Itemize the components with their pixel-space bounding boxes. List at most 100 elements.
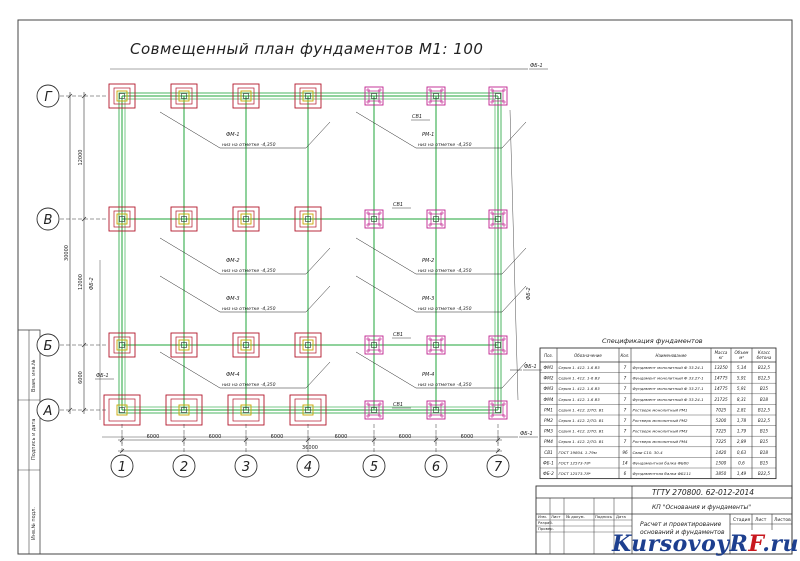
spec-cell: 7225 (716, 429, 727, 434)
spec-cell: В12,5 (758, 418, 771, 423)
spec-cell: 7 (624, 439, 627, 444)
foundation-callout: ФМ-2 низ на отметке -4,350 (159, 237, 331, 275)
stamp-course: КП "Основания и фундаменты" (652, 504, 751, 511)
axis-number: 4 (304, 460, 312, 475)
dimension-value: 6000 (78, 371, 84, 384)
spec-cell: 0,63 (737, 450, 747, 455)
callout-leader (355, 237, 417, 275)
spec-cell: Фундамент монолитный Ф 33.24-1 (633, 397, 704, 402)
callout-leader (501, 285, 527, 313)
spec-header: Класс бетона (757, 350, 772, 360)
spec-cell: Серия 1. 412. 2/ТО. В1 (559, 418, 604, 423)
callout-name: РМ-4 (422, 372, 434, 378)
spec-cell: В15 (760, 429, 769, 434)
stamp-code: ТГТУ 270800. 62-012-2014 (652, 488, 754, 497)
callout-name: РМ-2 (422, 258, 434, 264)
callout-note: низ на отметке -4,350 (222, 306, 276, 312)
beam-label: ФБ-1 (96, 373, 109, 379)
axis-number: 3 (242, 460, 250, 475)
spec-header: Объем м³ (735, 350, 749, 360)
spec-cell: РМ3 (544, 429, 553, 434)
stamp-col-label: Дата (616, 514, 626, 519)
foundation-callout: РМ-1 низ на отметке -4,350 (355, 111, 527, 149)
spec-cell: В15 (760, 460, 769, 465)
side-strip-label: Подпись и дата (31, 419, 37, 460)
beam-label: ФБ-1 (524, 364, 537, 370)
perimeter-beam (118, 92, 502, 414)
callout-note: низ на отметке -4,350 (418, 268, 472, 274)
spec-cell: 7025 (716, 407, 727, 412)
spec-cell: 1500 (716, 460, 727, 465)
spec-cell: ГОСТ 12573-78* (559, 460, 591, 465)
side-strip-label: Инв.№ подл. (31, 507, 37, 540)
watermark-tail: .ru (762, 531, 799, 557)
spec-cell: 2,89 (737, 439, 747, 444)
pile-label: СВ1 (393, 402, 403, 408)
spec-cell: В15 (760, 439, 769, 444)
callout-leader (501, 361, 527, 389)
spec-cell: ГОСТ 12573-78* (559, 471, 591, 476)
axis-letter: А (43, 404, 53, 419)
side-strip: Инв.№ подл. Подпись и дата Взам. инв.№ (17, 329, 41, 555)
callout-name: ФМ-3 (226, 296, 240, 302)
spec-cell: В18 (760, 397, 769, 402)
spec-cell: Ростверк монолитный РМ4 (633, 439, 688, 444)
spec-cell: 14775 (714, 376, 728, 381)
spec-cell: ФМ3 (544, 386, 554, 391)
stamp-stage-header: Стадия (733, 517, 751, 523)
drawing-sheet: Совмещенный план фундаментов М1: 100 Инв… (0, 0, 800, 561)
callout-leader (159, 237, 221, 275)
spec-cell: 14 (622, 460, 628, 465)
spec-cell: ФМ2 (544, 376, 554, 381)
stamp-role: Разраб. (538, 520, 553, 525)
spec-cell: В12,5 (758, 407, 771, 412)
spec-cell: Серия 1. 412. 2/ТО. В1 (559, 439, 604, 444)
spec-cell: ФБ-2 (543, 471, 554, 476)
callout-note: низ на отметке -4,350 (222, 382, 276, 388)
callout-name: ФМ-1 (226, 132, 240, 138)
spec-cell: Серия 1. 412. 1-6 В3 (559, 365, 601, 370)
spec-cell: Фундаментная балка ФБ60 (633, 460, 690, 465)
watermark-accent: F (748, 531, 763, 557)
callout-name: РМ-3 (422, 296, 434, 302)
spec-cell: 7 (624, 418, 627, 423)
spec-cell: В12,5 (758, 376, 771, 381)
spec-cell: Серия 1. 412. 1-6 В3 (559, 376, 601, 381)
callout-note: низ на отметке -4,350 (418, 382, 472, 388)
spec-cell: СВ1 (544, 450, 553, 455)
spec-cell: РМ1 (544, 407, 553, 412)
spec-cell: Серия 1. 412. 2/ТО. В1 (559, 407, 604, 412)
callout-leader (355, 351, 417, 389)
spec-cell: Фундамент монолитный Ф 33.27-1 (633, 376, 704, 381)
spec-cell: Ростверк монолитный РМ1 (633, 407, 688, 412)
callout-leader (355, 111, 417, 149)
spec-cell: 14775 (714, 386, 728, 391)
foundation-callout: РМ-4 низ на отметке -4,350 (355, 351, 527, 389)
spec-table: Спецификация фундаментов Поз. Обозначение… (539, 337, 777, 480)
spec-cell: Фундамент монолитный Ф 33.24-1 (633, 365, 704, 370)
spec-cell: 5,91 (737, 376, 747, 381)
spec-cell: ФБ-1 (543, 460, 554, 465)
spec-cell: 7 (624, 429, 627, 434)
dimension-total: 30000 (64, 245, 70, 261)
callout-note: низ на отметке -4,350 (222, 142, 276, 148)
callout-leader (501, 121, 527, 149)
stamp-col-label: № докум. (566, 514, 585, 519)
foundation-callout: ФМ-1 низ на отметке -4,350 (159, 111, 331, 149)
spec-cell: РМ2 (544, 418, 553, 423)
callout-leader (305, 247, 331, 275)
spec-cell: Серия 1. 412. 1-6 В3 (559, 397, 601, 402)
stamp-role: Провер. (538, 526, 554, 531)
spec-cell: 7 (624, 386, 627, 391)
watermark-main: KursovoyR (612, 531, 749, 557)
spec-cell: 0,6 (738, 460, 745, 465)
spec-cell: Сваи С10. 30-4 (633, 450, 664, 455)
spec-title: Спецификация фундаментов (602, 337, 703, 345)
spec-cell: 5,14 (737, 365, 747, 370)
dimension-value: 12000 (78, 150, 84, 166)
foundation-plan: Инв.№ подл. Подпись и дата Взам. инв.№ 6… (17, 19, 793, 555)
spec-cell: 1,49 (737, 471, 747, 476)
spec-cell: 5200 (716, 418, 727, 423)
watermark: KursovoyRF.ru (612, 531, 799, 557)
axis-letter: В (44, 213, 53, 228)
